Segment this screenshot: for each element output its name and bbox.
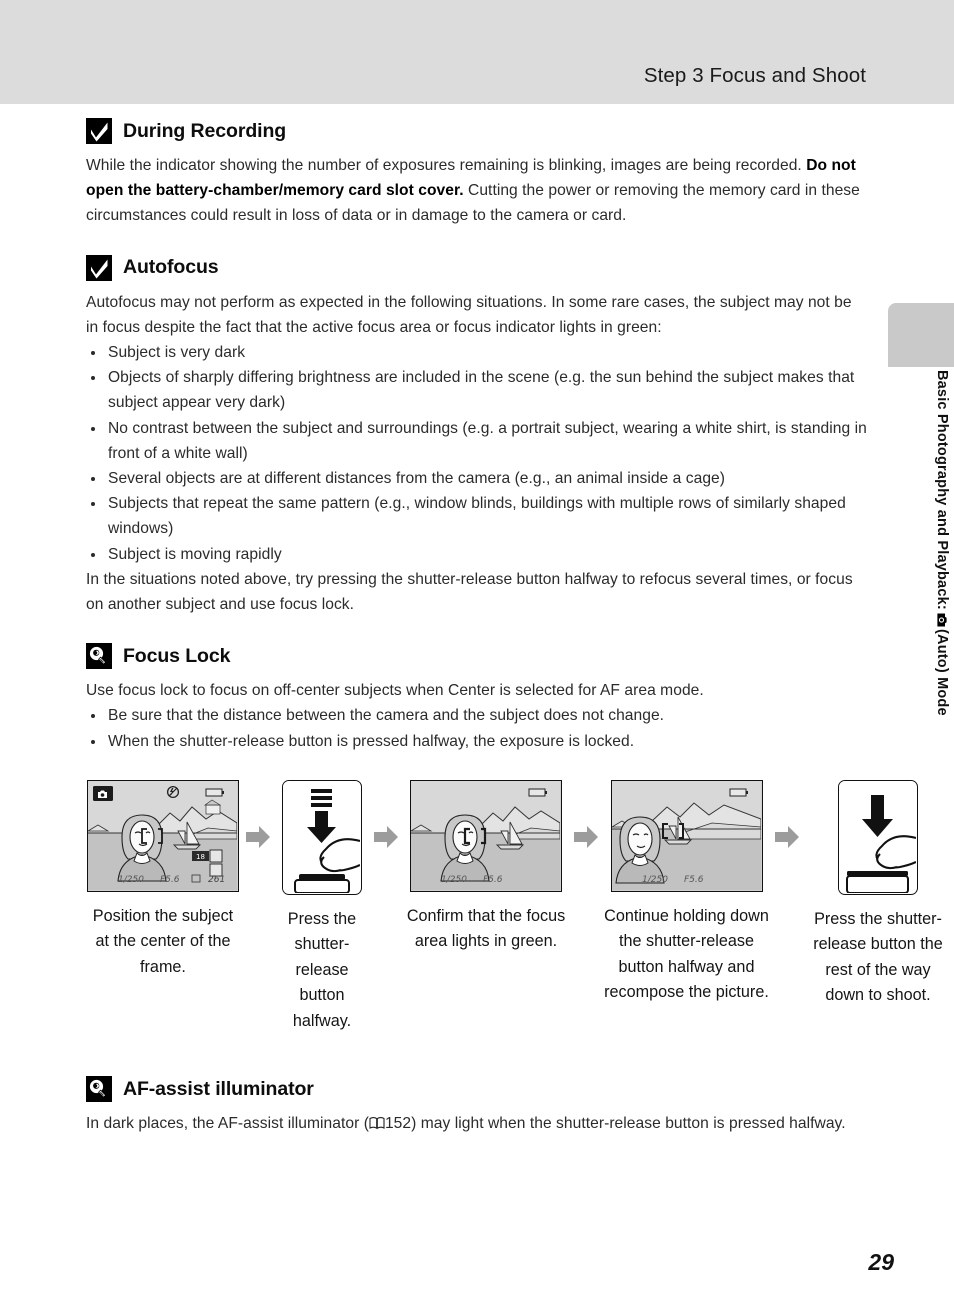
flow-caption: Position the subject at the center of th… — [92, 906, 234, 976]
flow-step-5: Press the shutter-release button the res… — [805, 779, 951, 1009]
list-item: Several objects are at different distanc… — [86, 466, 868, 491]
flow-step-4: 1/250 F5.6 Continue holding down the shu… — [604, 779, 769, 1006]
camera-lcd-focus-confirmed: 1/250 F5.6 — [410, 779, 562, 892]
flow-caption: Confirm that the focus area lights in gr… — [406, 906, 566, 951]
chapter-tab-marker — [888, 303, 954, 367]
right-arrow-icon — [568, 780, 604, 895]
autofocus-bullet-list: Subject is very dark Objects of sharply … — [86, 340, 868, 567]
header-band — [0, 0, 954, 104]
lightbulb-tip-icon — [86, 1076, 112, 1103]
svg-text:F5.6: F5.6 — [160, 875, 180, 885]
list-item: No contrast between the subject and surr… — [86, 416, 868, 466]
autofocus-intro: Autofocus may not perform as expected in… — [86, 293, 852, 336]
shutter-press-full — [838, 779, 918, 895]
list-item: Subject is moving rapidly — [86, 542, 868, 567]
svg-text:261: 261 — [208, 875, 225, 885]
camera-auto-icon — [936, 611, 949, 627]
svg-text:1/250: 1/250 — [441, 875, 467, 885]
svg-text:1/250: 1/250 — [642, 875, 668, 885]
text-post: ) may light when the shutter-release but… — [411, 1115, 846, 1133]
shutter-press-halfway — [282, 779, 362, 895]
focus-lock-bullet-list: Be sure that the distance between the ca… — [86, 703, 868, 753]
section-heading-focus-lock: Focus Lock — [86, 643, 868, 670]
page-title: Step 3 Focus and Shoot — [643, 64, 866, 87]
list-item: When the shutter-release button is press… — [86, 729, 868, 754]
right-arrow-icon — [240, 780, 276, 895]
list-item: Subjects that repeat the same pattern (e… — [86, 491, 868, 541]
list-item: Be sure that the distance between the ca… — [86, 703, 868, 728]
af-assist-paragraph: In dark places, the AF-assist illuminato… — [86, 1111, 868, 1138]
svg-text:F5.6: F5.6 — [684, 875, 704, 885]
right-arrow-icon — [368, 780, 404, 895]
text-pre: In dark places, the AF-assist illuminato… — [86, 1115, 369, 1133]
during-recording-paragraph: While the indicator showing the number o… — [86, 153, 868, 229]
section-focus-lock: Focus Lock Use focus lock to focus on of… — [86, 643, 868, 754]
flow-step-2: Press the shutter-release button halfway… — [276, 779, 368, 1035]
text-pre: While the indicator showing the number o… — [86, 157, 807, 174]
focus-lock-intro: Use focus lock to focus on off-center su… — [86, 682, 704, 700]
list-item: Subject is very dark — [86, 340, 868, 365]
page-reference: 152 — [384, 1115, 412, 1133]
section-heading-autofocus: Autofocus — [86, 254, 868, 281]
section-heading-af-assist: AF-assist illuminator — [86, 1076, 868, 1103]
checkmark-caution-icon — [86, 254, 112, 281]
page-content: During Recording While the indicator sho… — [86, 118, 943, 1139]
right-arrow-icon — [769, 780, 805, 895]
list-item: Objects of sharply differing brightness … — [86, 365, 868, 415]
flow-step-1: 18 1/250 F5.6 261 Position the subject a… — [86, 779, 240, 981]
svg-text:18: 18 — [196, 853, 205, 861]
flow-caption: Press the shutter-release button halfway… — [287, 909, 357, 1030]
open-book-reference-icon — [369, 1113, 385, 1138]
camera-lcd-recomposed: 1/250 F5.6 — [610, 779, 763, 892]
section-heading-during-recording: During Recording — [86, 118, 868, 144]
camera-lcd-framing: 18 1/250 F5.6 261 — [87, 779, 239, 892]
flow-step-3: 1/250 F5.6 Confirm that the focus area l… — [404, 779, 568, 955]
page-number: 29 — [868, 1249, 894, 1275]
section-title: During Recording — [123, 119, 287, 142]
section-title: Autofocus — [123, 256, 219, 279]
section-autofocus: Autofocus Autofocus may not perform as e… — [86, 254, 868, 618]
flow-caption: Continue holding down the shutter-releas… — [604, 906, 769, 1002]
chapter-label-part2: (Auto) Mode — [934, 628, 950, 716]
svg-text:F5.6: F5.6 — [483, 875, 503, 885]
checkmark-caution-icon — [86, 118, 112, 144]
autofocus-outro: In the situations noted above, try press… — [86, 570, 853, 614]
svg-text:1/250: 1/250 — [118, 875, 144, 885]
section-title: Focus Lock — [123, 644, 231, 667]
chapter-label-part1: Basic Photography and Playback: — [934, 370, 950, 610]
section-title: AF-assist illuminator — [123, 1077, 314, 1100]
section-af-assist: AF-assist illuminator In dark places, th… — [86, 1076, 868, 1138]
lightbulb-tip-icon — [86, 643, 112, 670]
flow-caption: Press the shutter-release button the res… — [813, 909, 943, 1005]
focus-lock-flow-diagram: 18 1/250 F5.6 261 Position the subject a… — [86, 779, 943, 1035]
